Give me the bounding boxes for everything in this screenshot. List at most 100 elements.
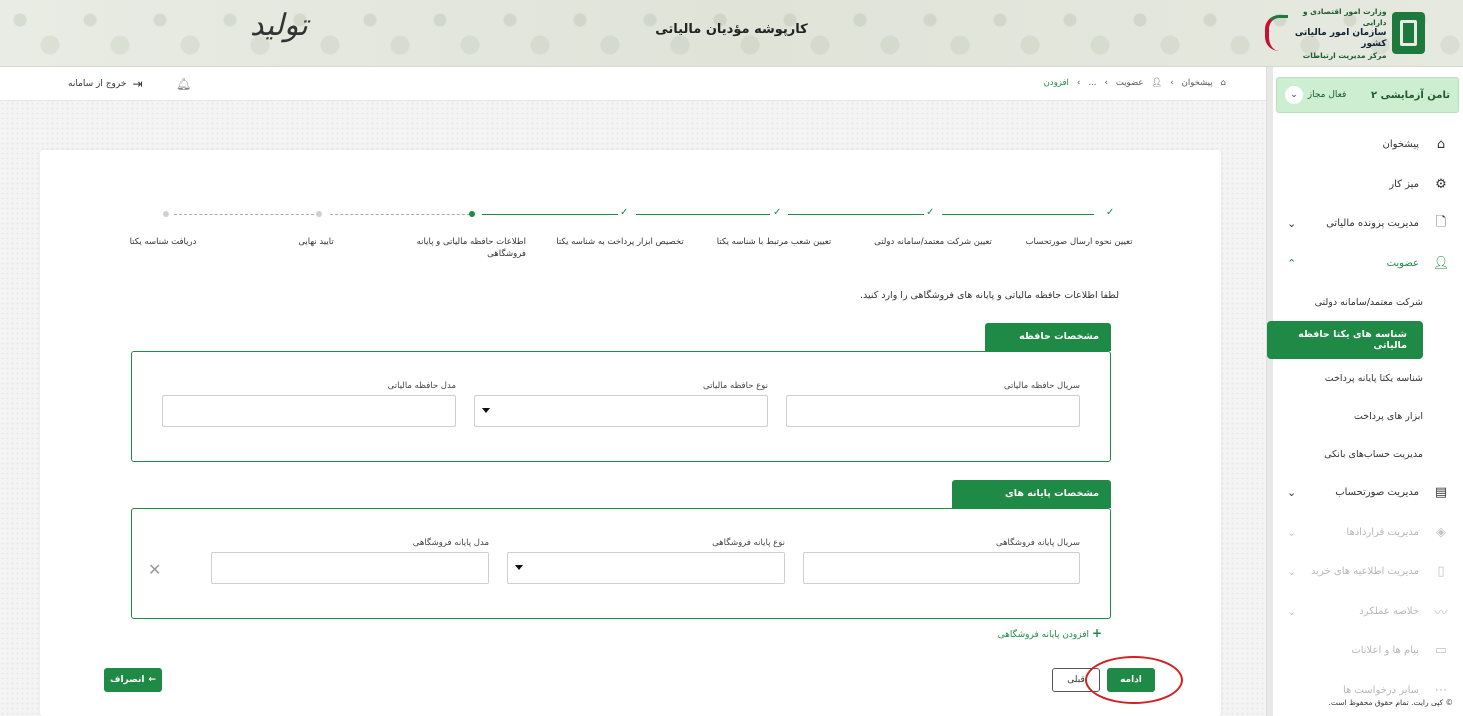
sidebar-subitem-trusted-company[interactable]: شرکت معتمد/سامانه دولتی: [1273, 283, 1463, 321]
memory-model-label: مدل حافظه مالیاتی: [387, 381, 456, 391]
memory-serial-label: سریال حافظه مالیاتی: [1003, 381, 1080, 391]
breadcrumb: ⌂ پیشخوان › 👤︎ عضویت › ... › افزودن: [1044, 78, 1226, 88]
sidebar-subitem-tax-memory-ids[interactable]: شناسه های یکتا حافظه مالیاتی: [1267, 321, 1423, 359]
brand-line-1: وزارت امور اقتصادی و دارایی: [1302, 6, 1387, 27]
sidebar-item-tax-file[interactable]: 🗋 مدیریت پرونده مالیاتی ⌄: [1273, 204, 1463, 244]
file-icon: 🗋: [1435, 214, 1447, 230]
tax-organization-logo: وزارت امور اقتصادی و دارایی سازمان امور …: [1265, 7, 1425, 60]
sidebar-item-label: سایر درخواست ها: [1342, 684, 1419, 696]
handshake-icon: ◈: [1436, 524, 1446, 540]
chevron-down-icon: ⌄: [1287, 525, 1297, 539]
workspace-icon: ⚙: [1435, 176, 1447, 192]
home-icon: ⌂: [1220, 78, 1226, 88]
step-connector: [482, 214, 618, 215]
previous-label: قبلی: [1067, 675, 1085, 685]
step-connector: [788, 214, 924, 215]
message-icon: ▭: [1434, 643, 1448, 659]
sidebar-item-dashboard[interactable]: ⌂ پیشخوان: [1273, 125, 1463, 165]
breadcrumb-ellipsis[interactable]: ...: [1088, 78, 1096, 88]
logout-label: خروج از سامانه: [68, 79, 127, 89]
terminal-serial-label: سریال پایانه فروشگاهی: [995, 538, 1080, 548]
sidebar-subitem-bank-accounts[interactable]: مدیریت حساب‌های بانکی: [1273, 435, 1463, 473]
sidebar-item-purchase-notices[interactable]: ▯ مدیریت اطلاعیه های خرید ⌄: [1273, 552, 1463, 592]
terminal-type-label: نوع پایانه فروشگاهی: [712, 538, 785, 548]
user-icon: 👤︎: [1432, 255, 1450, 271]
current-step-dot: [469, 211, 475, 217]
sidebar-item-label: میز کار: [1389, 178, 1419, 190]
chevron-down-icon: ⌄: [1287, 565, 1297, 579]
cancel-label: انصراف: [109, 675, 145, 685]
step-label: تعیین شعب مرتبط با شناسه یکتا: [716, 237, 832, 247]
sidebar-item-label: پیشخوان: [1382, 139, 1419, 151]
chart-icon: 〰: [1434, 605, 1448, 621]
sidebar-item-invoices[interactable]: ▤ مدیریت صورتحساب ⌄: [1273, 473, 1463, 513]
header-bar: ⌂ پیشخوان › 👤︎ عضویت › ... › افزودن 🔔︎ خ…: [0, 67, 1266, 101]
chevron-left-icon: ›: [1076, 78, 1081, 88]
brand-line-3: مرکز مدیریت ارتباطات: [1302, 50, 1387, 60]
clipboard-icon: ▯: [1437, 564, 1445, 580]
sidebar-item-workspace[interactable]: ⚙ میز کار: [1273, 165, 1463, 205]
chevron-left-icon: ›: [1170, 78, 1174, 88]
breadcrumb-current: افزودن: [1043, 78, 1069, 88]
chevron-down-icon: ⌄: [1287, 486, 1297, 500]
step-connector: [636, 214, 770, 215]
breadcrumb-membership[interactable]: عضویت: [1116, 78, 1144, 88]
user-icon: 👤︎: [1151, 78, 1163, 88]
chevron-down-icon: ⌄: [1287, 217, 1297, 231]
seal-icon: [1392, 12, 1425, 54]
step-connector-pending: [330, 214, 470, 215]
sidebar-item-label: مدیریت صورتحساب: [1335, 487, 1419, 499]
chevron-left-icon: ›: [1104, 78, 1108, 88]
check-icon: ✓: [773, 207, 782, 218]
caret-down-icon: [515, 565, 523, 570]
breadcrumb-home[interactable]: پیشخوان: [1182, 78, 1213, 88]
check-icon: ✓: [926, 207, 935, 218]
sidebar-item-contracts[interactable]: ◈ مدیریت قراردادها ⌄: [1273, 513, 1463, 553]
memory-type-label: نوع حافظه مالیاتی: [702, 381, 768, 391]
step-label: دریافت شناسه یکتا: [129, 237, 197, 247]
logout-button[interactable]: خروج از سامانه ⇥: [68, 77, 143, 91]
copyright-text: © کپی رایت. تمام حقوق محفوظ است.: [1328, 698, 1454, 707]
sidebar-item-label: مدیریت قراردادها: [1346, 526, 1419, 538]
tax-memory-section-title: مشخصات حافظه مالیاتی: [985, 323, 1111, 370]
terminal-model-label: مدل پایانه فروشگاهی: [412, 538, 489, 548]
pending-step-dot: [316, 211, 322, 217]
terminal-serial-input[interactable]: [803, 552, 1080, 584]
close-icon[interactable]: ✕: [148, 560, 161, 579]
sidebar-item-label: مدیریت اطلاعیه های خرید: [1311, 566, 1419, 578]
check-icon: ✓: [1106, 207, 1115, 218]
sidebar-item-label: مدیریت پرونده مالیاتی: [1326, 218, 1419, 230]
memory-type-select[interactable]: [474, 395, 768, 427]
flag-icon: [1265, 15, 1288, 51]
chevron-up-icon: ⌃: [1287, 256, 1297, 270]
sidebar-menu: ⌂ پیشخوان ⚙ میز کار 🗋 مدیریت پرونده مالی…: [1267, 125, 1463, 710]
sidebar-item-membership[interactable]: 👤︎ عضویت ⌃: [1273, 244, 1463, 284]
sidebar-subitem-payment-tools[interactable]: ابزار های پرداخت: [1273, 397, 1463, 435]
plus-icon: +: [1091, 626, 1102, 640]
step-connector-pending: [174, 214, 314, 215]
home-icon: ⌂: [1436, 137, 1446, 153]
terminal-type-select[interactable]: [507, 552, 785, 584]
sidebar-item-label: خلاصه عملکرد: [1359, 605, 1419, 617]
terminal-model-input[interactable]: [211, 552, 489, 584]
sidebar-item-messages[interactable]: ▭ پیام ها و اعلانات: [1273, 631, 1463, 671]
step-label: تخصیص ابزار پرداخت به شناسه یکتا: [556, 237, 684, 247]
caret-down-icon: [482, 408, 490, 413]
account-selector[interactable]: تامن آزمایشی ۲ فعال مجاز ⌄: [1276, 77, 1459, 113]
memory-model-input[interactable]: [162, 395, 456, 427]
add-terminal-link[interactable]: + افزودن پایانه فروشگاهی: [998, 626, 1102, 640]
add-terminal-label: افزودن پایانه فروشگاهی: [997, 630, 1090, 640]
more-icon: ⋯: [1434, 682, 1448, 698]
cancel-button[interactable]: انصراف ←: [104, 668, 162, 692]
instruction-text: لطفا اطلاعات حافظه مالیاتی و پایانه های …: [859, 290, 1119, 301]
step-label-current: اطلاعات حافظه مالیاتی و پایانه فروشگاهی: [416, 237, 526, 259]
memory-serial-input[interactable]: [786, 395, 1080, 427]
bell-icon[interactable]: 🔔︎: [176, 77, 191, 91]
check-icon: ✓: [620, 207, 629, 218]
account-role: فعال مجاز: [1307, 90, 1347, 100]
sidebar-item-label: پیام ها و اعلانات: [1351, 645, 1419, 657]
chevron-down-icon[interactable]: ⌄: [1285, 86, 1303, 104]
sidebar-item-label: عضویت: [1386, 257, 1419, 269]
sidebar-item-performance[interactable]: 〰 خلاصه عملکرد ⌄: [1273, 592, 1463, 632]
sidebar-subitem-payment-terminal-id[interactable]: شناسه یکتا پایانه پرداخت: [1273, 359, 1463, 397]
